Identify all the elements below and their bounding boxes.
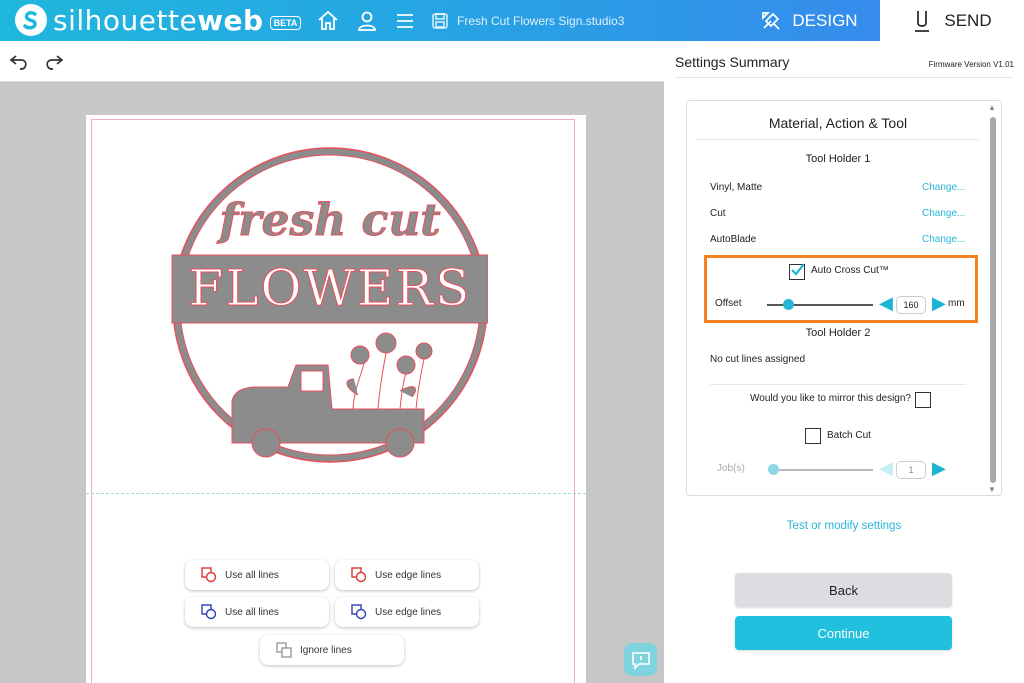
auto-cross-cut-label: Auto Cross Cut™ [811, 265, 889, 276]
save-icon [432, 13, 448, 29]
checkmark-icon [791, 263, 804, 276]
use-all-lines-red-label: Use all lines [225, 569, 279, 581]
jobs-value-field[interactable]: 1 [896, 461, 926, 479]
design-text-flowers: FLOWERS [189, 259, 472, 317]
use-all-lines-red-button[interactable]: Use all lines [185, 560, 329, 590]
design-icon [762, 11, 781, 30]
jobs-increase-icon[interactable]: ▶ [932, 458, 946, 479]
ignore-lines-icon [276, 642, 292, 658]
divider [675, 77, 1013, 78]
offset-increase-icon[interactable]: ▶ [932, 293, 946, 314]
design-artwork[interactable]: fresh cut FLOWERS [168, 143, 488, 463]
silhouette-logo[interactable]: silhouetteweb BETA [15, 3, 302, 37]
mirror-question: Would you like to mirror this design? [750, 393, 911, 404]
menu-icon[interactable] [393, 9, 417, 33]
tab-send-label: SEND [944, 10, 992, 30]
scroll-up-icon[interactable]: ▲ [988, 103, 996, 112]
use-all-lines-red-icon [201, 567, 217, 583]
divider [697, 139, 979, 140]
back-button[interactable]: Back [735, 573, 952, 607]
use-edge-lines-red-button[interactable]: Use edge lines [335, 560, 479, 590]
offset-label: Offset [715, 298, 742, 309]
offset-decrease-icon[interactable]: ◀ [879, 293, 893, 314]
continue-button[interactable]: Continue [735, 616, 952, 650]
change-action-link[interactable]: Change... [922, 208, 965, 219]
top-bar: silhouetteweb BETA Fresh Cut Flowers Sig… [0, 0, 1024, 41]
use-edge-lines-red-icon [351, 567, 367, 583]
ignore-lines-label: Ignore lines [300, 644, 352, 656]
offset-value-field[interactable]: 160 [896, 296, 926, 314]
batch-cut-label: Batch Cut [827, 430, 871, 441]
use-edge-lines-blue-icon [351, 604, 367, 620]
offset-unit: mm [948, 298, 965, 309]
tab-send[interactable]: SEND [880, 0, 1024, 41]
logo-text-bold: web [197, 3, 264, 37]
feedback-icon [631, 651, 650, 670]
settings-card: ▲ ▼ Material, Action & Tool Tool Holder … [686, 100, 1002, 496]
logo-text-light: silhouette [53, 3, 198, 37]
jobs-label: Job(s) [717, 463, 745, 474]
home-icon[interactable] [316, 9, 340, 33]
material-label: Vinyl, Matte [710, 182, 763, 193]
jobs-slider-knob[interactable] [768, 464, 779, 475]
cross-cut-line [86, 493, 586, 494]
ignore-lines-button[interactable]: Ignore lines [260, 635, 404, 665]
jobs-slider[interactable] [773, 469, 873, 471]
use-edge-lines-red-label: Use edge lines [375, 569, 442, 581]
test-or-modify-settings-link[interactable]: Test or modify settings [664, 520, 1024, 532]
document-title-text: Fresh Cut Flowers Sign.studio3 [457, 14, 625, 28]
cutting-mat: fresh cut FLOWERS [86, 115, 586, 683]
feedback-button[interactable] [624, 643, 657, 676]
jobs-decrease-icon[interactable]: ◀ [879, 458, 893, 479]
auto-cross-cut-checkbox[interactable] [789, 263, 805, 280]
tool-label: AutoBlade [710, 234, 757, 245]
settings-summary-title: Settings Summary [675, 54, 790, 70]
tool-holder-1-title: Tool Holder 1 [805, 153, 871, 165]
tab-design-label: DESIGN [792, 10, 858, 30]
beta-badge: BETA [269, 16, 302, 30]
change-material-link[interactable]: Change... [922, 182, 965, 193]
send-icon [915, 10, 930, 32]
action-label: Cut [710, 208, 726, 219]
divider [710, 384, 966, 385]
use-all-lines-blue-button[interactable]: Use all lines [185, 597, 329, 627]
settings-panel: Settings Summary Firmware Version V1.01 … [664, 41, 1024, 683]
no-cut-lines-message: No cut lines assigned [710, 354, 806, 365]
redo-icon[interactable] [43, 51, 65, 73]
section-title: Material, Action & Tool [768, 115, 908, 131]
design-text-fresh-cut: fresh cut [216, 195, 440, 246]
batch-cut-checkbox[interactable] [805, 428, 821, 444]
document-title[interactable]: Fresh Cut Flowers Sign.studio3 [431, 10, 624, 32]
firmware-version: Firmware Version V1.01 [928, 60, 1014, 69]
use-edge-lines-blue-label: Use edge lines [375, 606, 442, 618]
user-icon[interactable] [355, 9, 379, 33]
mirror-checkbox[interactable] [915, 392, 931, 408]
change-tool-link[interactable]: Change... [922, 234, 965, 245]
tool-holder-2-title: Tool Holder 2 [805, 327, 871, 339]
undo-icon[interactable] [8, 51, 30, 73]
use-all-lines-blue-label: Use all lines [225, 606, 279, 618]
use-edge-lines-blue-button[interactable]: Use edge lines [335, 597, 479, 627]
tab-design[interactable]: DESIGN [738, 0, 880, 41]
cutting-mat-canvas[interactable]: fresh cut FLOWERS Use all lines Use edge… [0, 82, 664, 683]
scrollbar-thumb[interactable] [990, 117, 996, 483]
use-all-lines-blue-icon [201, 604, 217, 620]
scroll-down-icon[interactable]: ▼ [988, 485, 996, 494]
logo-text: silhouetteweb [53, 4, 264, 37]
canvas-toolbar [0, 41, 664, 82]
silhouette-s-icon [15, 4, 47, 36]
